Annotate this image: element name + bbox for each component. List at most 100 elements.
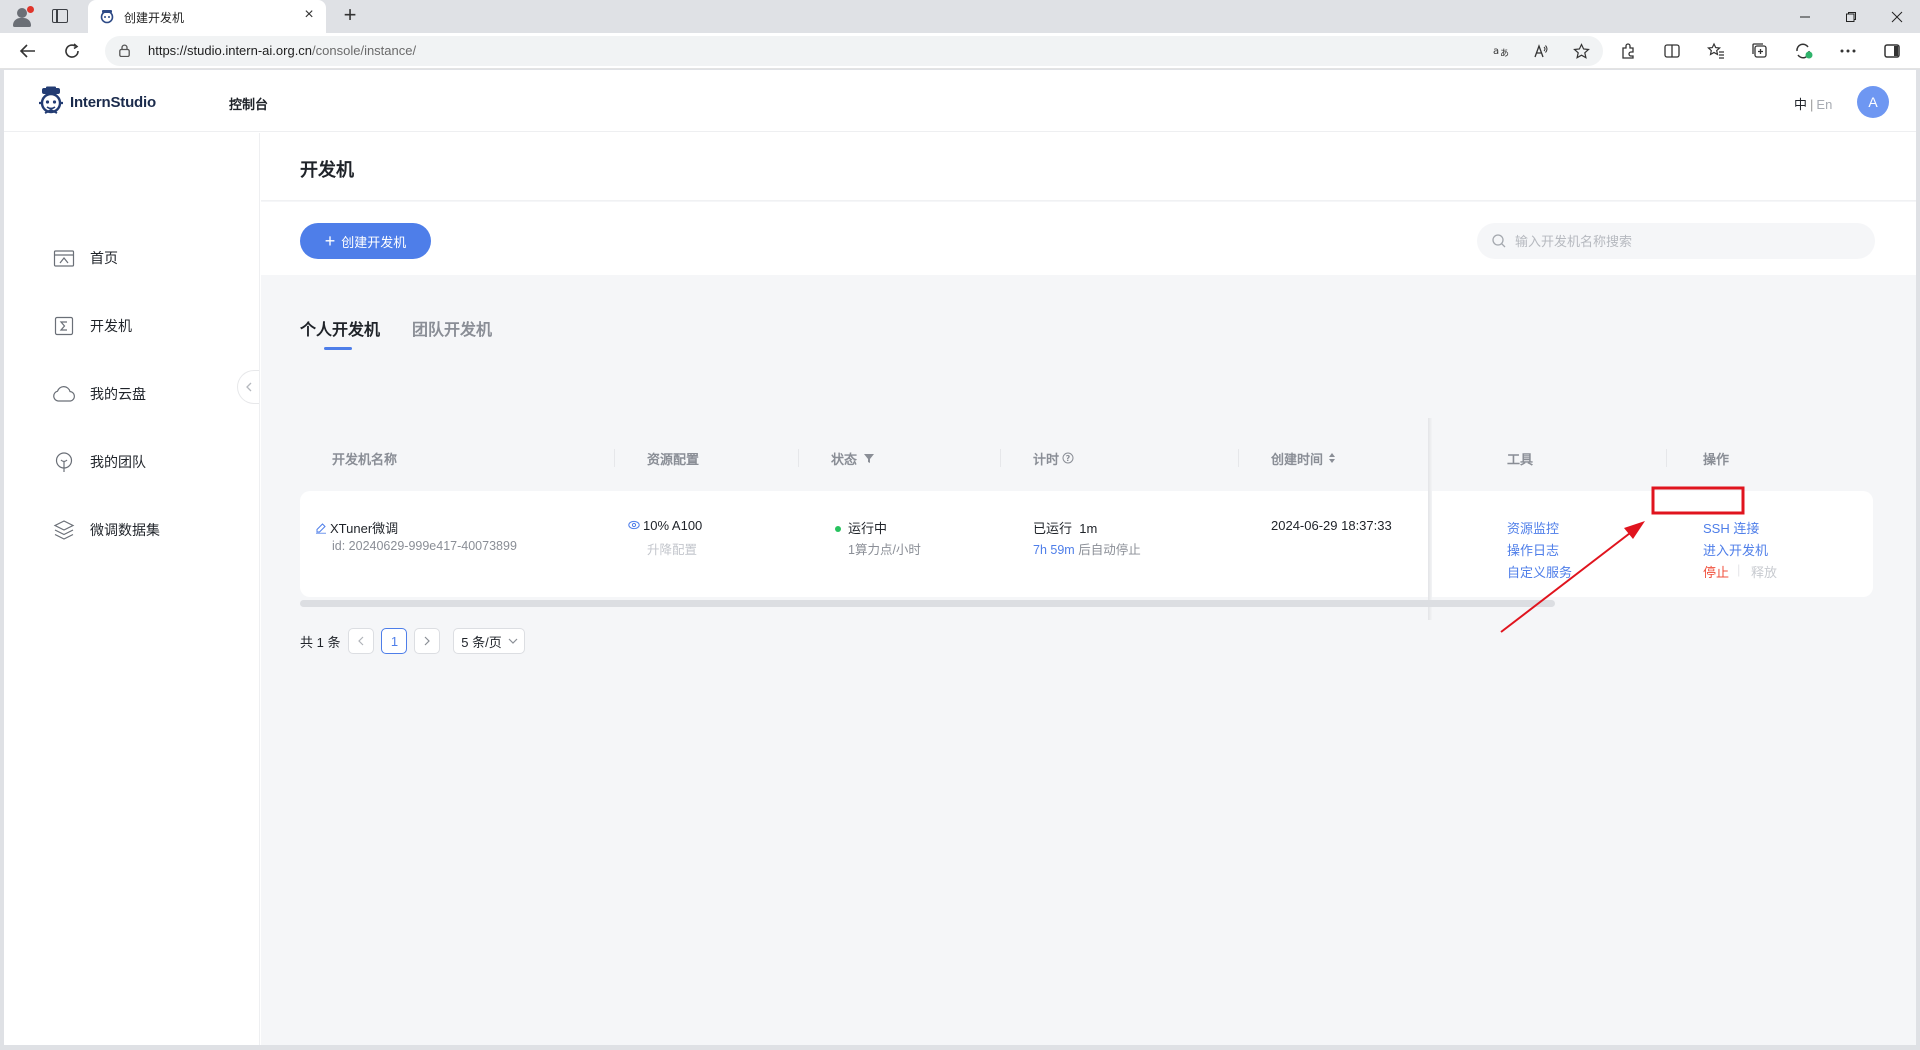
url-bar[interactable]: https://studio.intern-ai.org.cn/console/…: [105, 36, 1603, 66]
sidebar-item-cloud-disk[interactable]: 我的云盘: [52, 382, 146, 406]
sidebar-item-dev-machine[interactable]: 开发机: [52, 314, 132, 338]
col-tools: 工具: [1507, 451, 1534, 467]
sidebar-collapse-button[interactable]: [237, 370, 259, 404]
custom-service-link[interactable]: 自定义服务: [1507, 562, 1572, 581]
auto-stop-suffix: 后自动停止: [1078, 543, 1141, 557]
search-input[interactable]: [1515, 223, 1855, 259]
search-box[interactable]: [1477, 223, 1875, 259]
reload-icon[interactable]: [60, 39, 84, 63]
eye-icon[interactable]: [628, 519, 640, 531]
filter-icon[interactable]: [863, 452, 875, 464]
browser-address-bar: https://studio.intern-ai.org.cn/console/…: [0, 33, 1920, 69]
auto-stop-text: 7h 59m 后自动停止: [1033, 539, 1141, 558]
cloud-icon: [52, 382, 76, 406]
resource-cell: 10% A100: [628, 518, 702, 533]
table-header: 开发机名称 资源配置 状态 计时 ? 创建时间 工具 操作: [300, 435, 1873, 481]
svg-text:a: a: [1493, 46, 1499, 57]
timer-label: 已运行: [1033, 521, 1073, 536]
operation-log-link[interactable]: 操作日志: [1507, 540, 1559, 559]
brand-name[interactable]: InternStudio: [70, 94, 156, 111]
edit-icon[interactable]: [315, 522, 327, 534]
tab-active-indicator: [324, 347, 352, 350]
page-number-button[interactable]: 1: [381, 628, 408, 654]
lang-en[interactable]: En: [1816, 97, 1832, 112]
intern-favicon-icon: [100, 10, 114, 24]
close-window-icon[interactable]: [1874, 0, 1920, 33]
sort-icon[interactable]: [1328, 452, 1336, 464]
read-aloud-icon[interactable]: [1531, 41, 1551, 61]
split-screen-icon[interactable]: [1662, 41, 1682, 61]
favorites-icon[interactable]: [1706, 41, 1726, 61]
col-created[interactable]: 创建时间: [1271, 435, 1336, 481]
page-size-select[interactable]: 5 条/页: [453, 628, 526, 654]
op-divider: |: [1737, 562, 1741, 577]
help-icon[interactable]: ?: [1062, 452, 1074, 464]
favorite-star-icon[interactable]: [1571, 41, 1591, 61]
stop-link[interactable]: 停止: [1703, 562, 1729, 581]
main-content: 开发机 + 创建开发机 个人开发机 团队开发机 开发机名称 资源配置: [261, 133, 1916, 1045]
next-page-button[interactable]: [414, 628, 441, 654]
prev-page-button[interactable]: [348, 628, 375, 654]
intern-studio-logo-icon[interactable]: [36, 86, 66, 116]
url-path: /console/instance/: [312, 43, 417, 58]
col-actions: 操作: [1703, 451, 1730, 467]
sidebar-toggle-icon[interactable]: [1882, 41, 1902, 61]
release-link[interactable]: 释放: [1751, 562, 1777, 581]
profile-icon[interactable]: [11, 6, 34, 28]
table-row: XTuner微调 id: 20240629-999e417-40073899 1…: [300, 491, 1873, 597]
timer-cell: 已运行 1m: [1033, 518, 1097, 537]
nav-console[interactable]: 控制台: [229, 94, 268, 113]
pagination: 共 1 条 1 5 条/页: [300, 628, 526, 654]
resource-monitor-link[interactable]: 资源监控: [1507, 518, 1559, 537]
more-options-icon[interactable]: [1838, 41, 1858, 61]
url-host: https://studio.intern-ai.org.cn: [148, 43, 313, 58]
new-tab-button[interactable]: +: [338, 3, 362, 27]
browser-essentials-icon[interactable]: [1794, 41, 1814, 61]
column-divider: [1000, 449, 1001, 467]
sidebar-item-finetune-dataset[interactable]: 微调数据集: [52, 518, 160, 542]
user-avatar[interactable]: A: [1857, 86, 1889, 118]
sidebar: 首页 开发机 我的云盘 我的团队 微调数据集: [4, 133, 260, 1045]
status-text: 运行中: [848, 521, 888, 536]
collections-icon[interactable]: [1750, 41, 1770, 61]
col-created-label: 创建时间: [1271, 451, 1324, 467]
resize-config-link[interactable]: 升降配置: [647, 539, 697, 558]
tab-personal[interactable]: 个人开发机: [300, 316, 380, 340]
create-dev-machine-button[interactable]: + 创建开发机: [300, 223, 431, 259]
close-tab-icon[interactable]: ×: [300, 6, 318, 24]
extensions-icon[interactable]: [1618, 41, 1638, 61]
column-divider: [614, 449, 615, 467]
col-name: 开发机名称: [332, 451, 398, 467]
sidebar-item-home[interactable]: 首页: [52, 246, 118, 270]
machine-id: id: 20240629-999e417-40073899: [332, 539, 517, 553]
back-icon[interactable]: [16, 39, 40, 63]
total-count: 共 1 条: [300, 634, 341, 650]
col-status[interactable]: 状态: [831, 435, 875, 481]
enter-dev-machine-link[interactable]: 进入开发机: [1703, 540, 1768, 559]
lock-icon[interactable]: [119, 44, 130, 57]
web-page: InternStudio 控制台 中 | En A 首页 开发机 我的云盘 我的…: [4, 70, 1916, 1045]
restore-icon[interactable]: [1828, 0, 1874, 33]
chevron-down-icon: [508, 638, 518, 644]
created-time: 2024-06-29 18:37:33: [1271, 518, 1392, 533]
sidebar-item-my-team[interactable]: 我的团队: [52, 450, 146, 474]
chevron-right-icon: [425, 636, 431, 646]
horizontal-scrollbar[interactable]: [300, 600, 1555, 607]
fixed-column-shadow: [1428, 418, 1432, 620]
translate-icon[interactable]: aあ: [1491, 41, 1511, 61]
machine-name-cell[interactable]: XTuner微调: [315, 518, 398, 537]
ssh-connect-link[interactable]: SSH 连接: [1703, 518, 1759, 537]
machine-name: XTuner微调: [330, 521, 399, 536]
minimize-icon[interactable]: [1782, 0, 1828, 33]
browser-tab-active[interactable]: 创建开发机 ×: [88, 0, 326, 33]
column-divider: [1666, 449, 1667, 467]
sidebar-item-label: 微调数据集: [90, 522, 160, 538]
terminal-icon: [52, 314, 76, 338]
status-cell: 运行中: [835, 518, 887, 537]
tab-team[interactable]: 团队开发机: [412, 316, 492, 340]
chevron-left-icon: [245, 382, 251, 392]
tab-actions-icon[interactable]: [52, 9, 68, 23]
lang-zh[interactable]: 中: [1794, 97, 1807, 112]
team-icon: [52, 450, 76, 474]
url-text[interactable]: https://studio.intern-ai.org.cn/console/…: [148, 43, 416, 58]
